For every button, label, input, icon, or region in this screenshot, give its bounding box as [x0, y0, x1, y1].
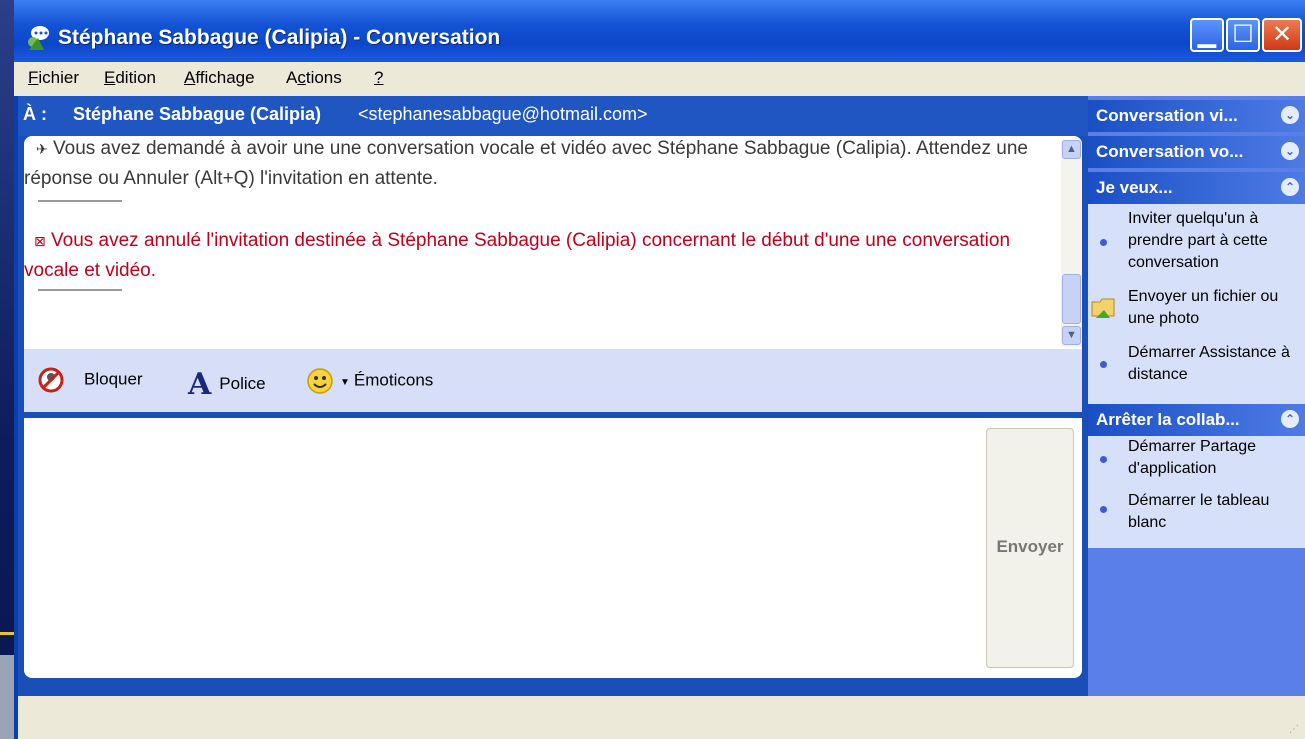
menu-label: ffichage	[195, 68, 255, 87]
emoticons-label: Émoticons	[353, 370, 434, 390]
status-bar: ⋰	[18, 696, 1305, 739]
panel-collaboration[interactable]: Arrêter la collab... ⌃	[1088, 404, 1305, 436]
close-icon: ✕	[1271, 21, 1293, 48]
expand-chevron-icon[interactable]: ⌄	[1281, 142, 1299, 160]
panel-voice-conversation[interactable]: Conversation vo... ⌄	[1088, 136, 1305, 168]
task-label: Démarrer Partage d'application	[1128, 438, 1257, 477]
bullet-icon	[1100, 456, 1107, 463]
title-bar[interactable]: Stéphane Sabbague (Calipia) - Conversati…	[14, 0, 1305, 62]
bullet-icon	[1100, 361, 1107, 368]
panel-je-veux-body: Inviter quelqu'un à prendre part à cette…	[1088, 204, 1305, 404]
block-icon	[38, 367, 64, 393]
maximize-button[interactable]: ☐	[1226, 18, 1260, 52]
scroll-down-arrow-icon[interactable]: ▼	[1062, 326, 1081, 345]
conversation-area: À : Stéphane Sabbague (Calipia) <stephan…	[18, 96, 1088, 696]
menu-label: ichier	[38, 68, 80, 87]
maximize-icon: ☐	[1232, 21, 1254, 48]
dropdown-arrow-icon: ▼	[340, 377, 350, 389]
contact-name[interactable]: Stéphane Sabbague (Calipia)	[73, 104, 321, 125]
menu-mnemonic: ?	[374, 68, 384, 87]
close-button[interactable]: ✕	[1262, 18, 1302, 52]
expand-chevron-icon[interactable]: ⌄	[1281, 106, 1299, 124]
bullet-icon	[1100, 506, 1107, 513]
menu-label: tions	[305, 68, 342, 87]
conversation-history[interactable]: ✈ Vous avez demandé à avoir une une conv…	[24, 136, 1082, 349]
font-button[interactable]: A Police	[188, 367, 266, 402]
panel-je-veux[interactable]: Je veux... ⌃	[1088, 172, 1305, 204]
task-invite[interactable]: Inviter quelqu'un à prendre part à cette…	[1100, 208, 1300, 274]
panel-title: Conversation vi...	[1096, 106, 1238, 125]
task-send-file[interactable]: Envoyer un fichier ou une photo	[1091, 286, 1300, 330]
block-button[interactable]: Bloquer	[38, 367, 143, 393]
message-input[interactable]: Envoyer	[24, 418, 1082, 678]
task-remote-assistance[interactable]: Démarrer Assistance à distance	[1100, 342, 1300, 386]
message-text: Vous avez demandé à avoir une une conver…	[24, 138, 1028, 189]
history-scrollbar[interactable]: ▲ ▼	[1061, 140, 1082, 347]
messenger-buddy-icon	[28, 26, 49, 50]
menu-mnemonic: E	[104, 68, 116, 87]
task-sidebar: Conversation vi... ⌄ Conversation vo... …	[1088, 96, 1305, 696]
menu-label: A	[286, 68, 298, 87]
collapse-chevron-icon[interactable]: ⌃	[1281, 410, 1299, 428]
panel-title: Conversation vo...	[1096, 142, 1244, 161]
menu-mnemonic: F	[28, 68, 39, 87]
scroll-up-arrow-icon[interactable]: ▲	[1062, 140, 1081, 159]
font-label: Police	[219, 373, 266, 393]
contact-email: <stephanesabbague@hotmail.com>	[358, 104, 648, 124]
to-label: À :	[23, 104, 47, 124]
menu-edition[interactable]: Edition	[104, 68, 156, 88]
conversation-window: Stéphane Sabbague (Calipia) - Conversati…	[14, 0, 1305, 739]
block-label: Bloquer	[84, 369, 143, 389]
menu-label: dition	[115, 68, 156, 87]
task-label: Envoyer un fichier ou une photo	[1128, 288, 1279, 327]
bullet-icon	[1100, 239, 1107, 246]
message-separator	[38, 289, 122, 291]
menu-fichier[interactable]: Fichier	[28, 68, 79, 88]
task-label: Inviter quelqu'un à prendre part à cette…	[1128, 210, 1268, 271]
minimize-button[interactable]: ▁	[1190, 18, 1224, 52]
format-toolbar: Bloquer A Police ▼ Émoticons	[24, 349, 1082, 412]
panel-collaboration-body: Démarrer Partage d'application Démarrer …	[1088, 436, 1305, 548]
message-separator	[38, 200, 122, 202]
task-label: Démarrer Assistance à distance	[1128, 344, 1290, 383]
menu-mnemonic: c	[297, 68, 306, 87]
panel-title: Arrêter la collab...	[1096, 410, 1240, 429]
collapse-chevron-icon[interactable]: ⌃	[1281, 178, 1299, 196]
window-title: Stéphane Sabbague (Calipia) - Conversati…	[58, 26, 501, 49]
webcam-icon: ✈	[36, 141, 48, 157]
resize-grip-icon[interactable]: ⋰	[1289, 724, 1299, 735]
cancel-webcam-icon: ⊠	[34, 233, 46, 249]
folder-photo-icon	[1091, 298, 1115, 318]
smiley-icon	[307, 368, 333, 394]
scroll-thumb[interactable]	[1062, 274, 1081, 324]
to-bar: À : Stéphane Sabbague (Calipia) <stephan…	[18, 96, 1088, 136]
panel-title: Je veux...	[1096, 178, 1173, 197]
send-button[interactable]: Envoyer	[986, 428, 1074, 668]
history-message: ⊠ Vous avez annulé l'invitation destinée…	[24, 226, 1049, 286]
task-whiteboard[interactable]: Démarrer le tableau blanc	[1100, 490, 1300, 534]
emoticons-button[interactable]: ▼ Émoticons	[306, 367, 433, 395]
font-icon: A	[188, 367, 212, 402]
task-app-sharing[interactable]: Démarrer Partage d'application	[1100, 436, 1300, 480]
menu-actions[interactable]: Actions	[286, 68, 342, 88]
history-message: ✈ Vous avez demandé à avoir une une conv…	[24, 136, 1049, 194]
menu-affichage[interactable]: Affichage	[184, 68, 255, 88]
panel-video-conversation[interactable]: Conversation vi... ⌄	[1088, 100, 1305, 132]
menu-help[interactable]: ?	[374, 68, 383, 88]
minimize-icon: ▁	[1197, 21, 1217, 48]
menu-bar: Fichier Edition Affichage Actions ?	[14, 62, 1305, 96]
task-label: Démarrer le tableau blanc	[1128, 492, 1270, 531]
message-text: Vous avez annulé l'invitation destinée à…	[24, 230, 1011, 281]
menu-mnemonic: A	[184, 68, 196, 87]
